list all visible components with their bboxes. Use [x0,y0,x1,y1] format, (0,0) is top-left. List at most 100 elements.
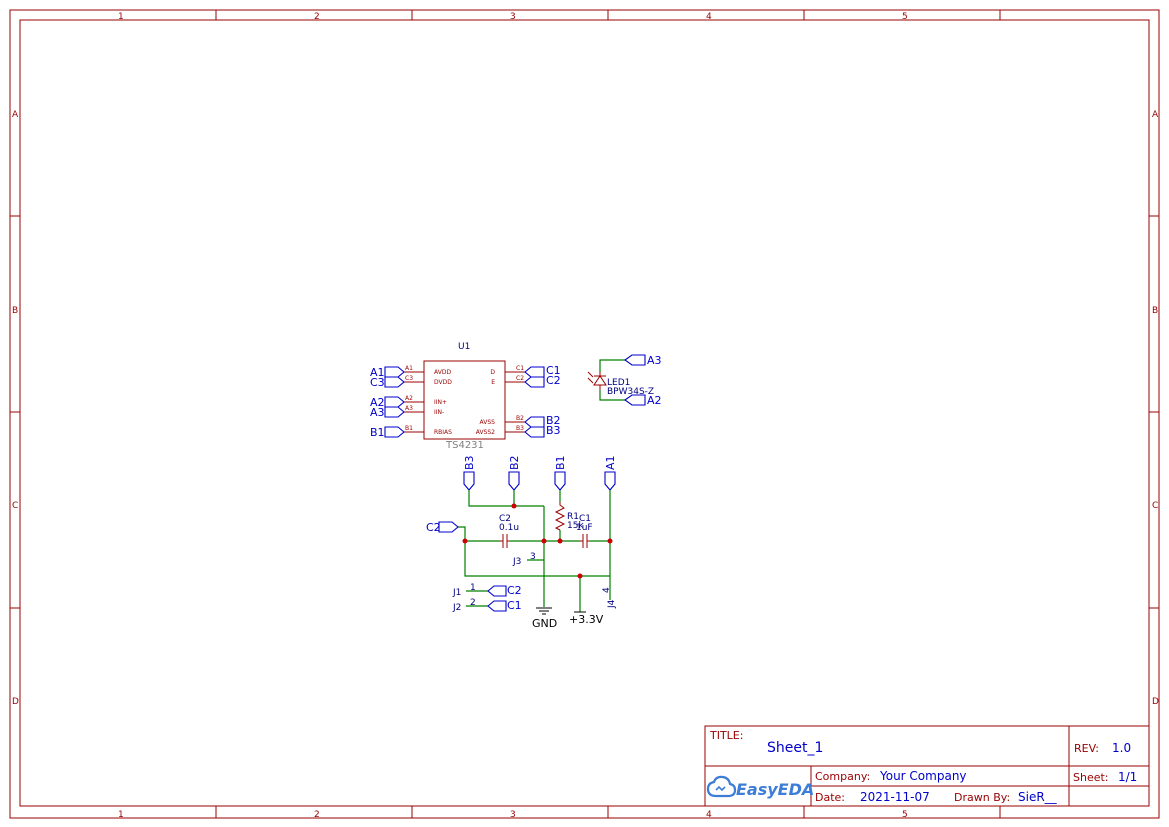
u1-pin-name: IIN- [434,409,444,416]
net-label-vertical: A1 [604,455,617,470]
u1-pin-number: A2 [405,395,413,402]
j2-pin: 2 [470,598,476,608]
u1-pin-number: C1 [516,365,524,372]
net-label: A3 [370,406,385,419]
led1-arrow-2 [587,377,594,384]
inner-border [19,19,1150,807]
j1-pin: 1 [470,583,476,593]
component-c2[interactable]: C2 0.1u [499,514,519,548]
gnd-symbol: GND [532,607,557,630]
net-flag-vertical[interactable] [604,471,616,491]
zone-markers: 1 1 2 2 3 3 4 4 5 5 A A B B C C D D [10,10,1159,820]
zone-col-label: 2 [314,810,320,820]
drawn-by-label: Drawn By: [954,791,1010,804]
zone-col-label: 3 [510,12,516,22]
logo-text: EasyEDA [736,780,814,799]
connector-j3[interactable]: J3 3 [512,552,536,567]
led1-triangle [593,375,607,386]
u1-designator: U1 [458,342,470,352]
c2-value: 0.1u [499,523,519,533]
u1-pin-number: A1 [405,365,413,372]
net-label: C3 [370,376,385,389]
company-value: Your Company [879,769,967,783]
u1-pin-number: C3 [405,375,413,382]
connector-j2[interactable]: J2 2 C1 [452,598,522,613]
net-flag[interactable] [384,376,405,388]
gnd-label: GND [532,617,557,630]
component-led1[interactable]: LED1 BPW34S-Z A3 A2 [587,354,662,407]
zone-row-label: C [1152,501,1158,511]
net-flag-vertical[interactable] [508,471,520,491]
net-flag-a3-led[interactable]: A3 [624,354,662,367]
j1-designator: J1 [452,588,461,598]
u1-pin-name: DVDD [434,379,452,386]
zone-col-label: 4 [706,12,712,22]
easyeda-logo: EasyEDA [706,775,814,799]
net-label-vertical: B1 [554,455,567,470]
net-flag[interactable] [524,366,545,378]
u1-pin-name: AVSS [480,419,496,426]
zone-row-label: A [1152,110,1159,120]
net-flag[interactable] [384,366,405,378]
net-label-a3-led: A3 [647,354,662,367]
u1-pin-name: IIN+ [434,399,447,406]
u1-pin-name: RBIAS [434,429,452,436]
j3-pin: 3 [530,552,536,562]
title-label: TITLE: [709,729,743,742]
u1-pin-name: AVSS2 [476,429,495,436]
component-u1[interactable]: U1 TS4231 A1AVDDA1 C3DVDDC3A2IIN+A2 A3IIN-… [370,342,561,451]
drawn-by-value: SieR__ [1018,790,1058,804]
junction [607,538,613,544]
net-flag[interactable] [524,426,545,438]
net-flag-vertical[interactable] [463,471,475,491]
zone-row-label: B [1152,306,1158,316]
u1-pin-number: C2 [516,375,524,382]
wire-b3-b2 [468,490,515,507]
zone-col-label: 3 [510,810,516,820]
u1-pin-name: D [490,369,495,376]
j4-designator: J4 [607,599,617,609]
junction [577,573,583,579]
net-label-a2-led: A2 [647,394,662,407]
j4-pin: 4 [602,587,612,593]
net-flag-c2-left[interactable]: C2 [426,521,459,534]
date-value: 2021-11-07 [860,790,930,804]
title-block: TITLE: Sheet_1 REV: 1.0 Company: Your Co… [704,725,1150,807]
junction [462,538,468,544]
u1-part-name: TS4231 [445,440,484,451]
company-label: Company: [815,770,870,783]
net-flag[interactable] [384,396,405,408]
junction [557,538,563,544]
net-flag[interactable] [524,416,545,428]
component-c1[interactable]: C1 1uF [576,514,593,548]
net-flag-a2-led[interactable]: A2 [624,394,662,407]
connector-j1[interactable]: J1 1 C2 [452,583,522,598]
zone-col-label: 2 [314,12,320,22]
net-flag[interactable] [384,406,405,418]
sheet-label: Sheet: [1073,771,1109,784]
led1-arrow-1 [587,371,594,378]
vcc-symbol: +3.3V [569,611,604,626]
j2-designator: J2 [452,603,461,613]
net-flag[interactable] [384,426,405,438]
u1-pin-number: B1 [405,425,413,432]
zone-col-label: 4 [706,810,712,820]
net-flag-vertical[interactable] [554,471,566,491]
zone-row-label: D [1152,697,1159,707]
net-flag[interactable] [524,376,545,388]
net-label-j2: C1 [507,599,522,612]
zone-row-label: A [12,110,19,120]
outer-border [9,9,1160,819]
zone-col-label: 5 [902,810,908,820]
u1-pin-name: AVDD [434,369,451,376]
c1-value: 1uF [576,523,593,533]
sheet-title: Sheet_1 [767,740,823,756]
net-label-c2-left: C2 [426,521,441,534]
net-label-vertical: B3 [463,455,476,470]
schematic-sheet: 1 1 2 2 3 3 4 4 5 5 A A B B C C D D U1 TS4231 A1 AVDD A1 C3 D… [9,9,1160,820]
u1-pin-number: A3 [405,405,413,412]
zone-col-label: 1 [118,810,124,820]
led1-wire-top [599,359,625,372]
net-label: B1 [370,426,385,439]
junction [511,503,517,509]
